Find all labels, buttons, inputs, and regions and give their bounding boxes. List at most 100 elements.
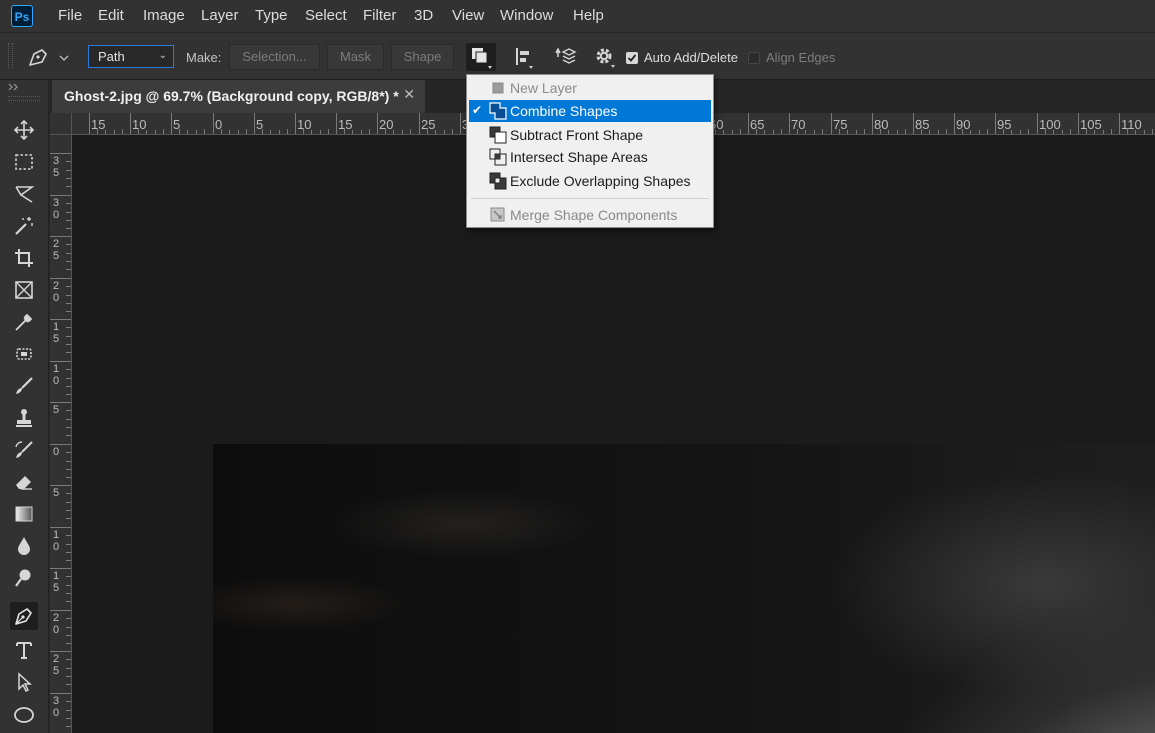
dodge-tool[interactable]: [10, 564, 38, 592]
ruler-label: 20: [52, 612, 60, 636]
ruler-minor-tick: [1103, 130, 1104, 134]
menu-file[interactable]: File: [58, 0, 82, 32]
ruler-minor-tick: [66, 544, 71, 545]
ruler-minor-tick: [66, 410, 71, 411]
gradient-tool[interactable]: [10, 500, 38, 528]
ruler-minor-tick: [66, 552, 71, 553]
ruler-minor-tick: [66, 676, 71, 677]
vertical-ruler[interactable]: 35 30 25 20 15 10 5 0 5 10 15 20 25 30: [50, 135, 72, 733]
align-edges-checkbox[interactable]: [748, 52, 760, 64]
ruler-minor-tick: [114, 130, 115, 134]
ruler-tick: [50, 527, 71, 528]
menu-item-label: Subtract Front Shape: [510, 127, 644, 143]
path-arrangement-button[interactable]: [551, 43, 579, 71]
ruler-minor-tick: [410, 129, 411, 134]
healing-brush-tool[interactable]: [10, 340, 38, 368]
ruler-label: 35: [52, 155, 60, 179]
crop-tool[interactable]: [10, 244, 38, 272]
tool-mode-select[interactable]: Path ⌄: [88, 45, 174, 68]
ruler-label: 30: [52, 695, 60, 719]
ruler-tick: [419, 113, 420, 134]
ruler-minor-tick: [402, 130, 403, 134]
photoshop-logo[interactable]: Ps: [11, 5, 33, 27]
ruler-tick: [130, 113, 131, 134]
options-bar-grip[interactable]: [8, 43, 13, 69]
ruler-minor-tick: [66, 718, 71, 719]
frame-tool-icon: [15, 281, 33, 299]
marquee-tool[interactable]: [10, 148, 38, 176]
make-selection-button[interactable]: Selection...: [229, 44, 320, 70]
path-operations-button[interactable]: [466, 43, 496, 71]
ghost-photo[interactable]: [213, 444, 1155, 733]
crop-tool-icon: [15, 249, 33, 267]
ruler-minor-tick: [196, 130, 197, 134]
ruler-minor-tick: [66, 336, 71, 337]
ruler-tick: [213, 113, 214, 134]
path-selection-tool-icon: [18, 672, 32, 693]
ruler-minor-tick: [66, 668, 71, 669]
ruler-minor-tick: [66, 170, 71, 171]
menu-item-intersect-shape-areas[interactable]: Intersect Shape Areas: [469, 146, 711, 168]
make-shape-button[interactable]: Shape: [391, 44, 454, 70]
magic-wand-tool[interactable]: [10, 212, 38, 240]
menu-type[interactable]: Type: [255, 0, 288, 32]
ruler-label: 10: [52, 529, 60, 553]
menu-window[interactable]: Window: [500, 0, 553, 32]
ruler-origin[interactable]: [50, 113, 72, 135]
menu-item-new-layer[interactable]: New Layer: [469, 77, 711, 99]
menu-item-subtract-front-shape[interactable]: Subtract Front Shape: [469, 124, 711, 146]
menu-item-merge-shape-components[interactable]: Merge Shape Components: [469, 204, 711, 226]
ruler-tick: [50, 319, 71, 320]
ruler-label: 5: [52, 404, 60, 416]
frame-tool[interactable]: [10, 276, 38, 304]
ruler-minor-tick: [66, 378, 71, 379]
history-brush-tool[interactable]: [10, 436, 38, 464]
ellipse-tool[interactable]: [10, 700, 38, 728]
eraser-tool[interactable]: [10, 468, 38, 496]
menu-3d[interactable]: 3D: [414, 0, 433, 32]
menu-layer[interactable]: Layer: [201, 0, 239, 32]
blur-tool[interactable]: [10, 532, 38, 560]
path-operations-menu: New Layer ✔ Combine Shapes Subtract Fron…: [466, 74, 714, 228]
ruler-label: 70: [791, 117, 806, 132]
ruler-label: 105: [1080, 117, 1102, 132]
tool-preset-picker[interactable]: [26, 45, 72, 69]
menu-image[interactable]: Image: [143, 0, 185, 32]
menu-select[interactable]: Select: [305, 0, 347, 32]
close-icon[interactable]: ✕: [403, 78, 415, 111]
menu-item-combine-shapes[interactable]: ✔ Combine Shapes: [469, 100, 711, 122]
menu-edit[interactable]: Edit: [98, 0, 124, 32]
ruler-minor-tick: [246, 129, 247, 134]
brush-tool[interactable]: [10, 372, 38, 400]
pen-tool[interactable]: [10, 602, 38, 630]
document-tab[interactable]: Ghost-2.jpg @ 69.7% (Background copy, RG…: [52, 80, 425, 113]
lasso-tool[interactable]: [10, 180, 38, 208]
move-tool[interactable]: [10, 116, 38, 144]
ruler-minor-tick: [66, 585, 71, 586]
panel-expand-icon[interactable]: [8, 82, 22, 92]
menu-help[interactable]: Help: [573, 0, 604, 32]
ruler-minor-tick: [66, 303, 71, 304]
ruler-tick: [171, 113, 172, 134]
make-mask-button[interactable]: Mask: [327, 44, 384, 70]
menu-view[interactable]: View: [452, 0, 484, 32]
settings-button[interactable]: [592, 43, 620, 71]
auto-add-delete-checkbox[interactable]: [626, 52, 638, 64]
tools-panel-grip[interactable]: [8, 96, 40, 101]
ruler-minor-tick: [66, 295, 71, 296]
ruler-minor-tick: [66, 684, 71, 685]
path-selection-tool[interactable]: [10, 668, 38, 696]
ruler-minor-tick: [66, 710, 71, 711]
eyedropper-tool[interactable]: [10, 308, 38, 336]
menu-item-exclude-overlapping-shapes[interactable]: Exclude Overlapping Shapes: [469, 170, 711, 192]
menu-filter[interactable]: Filter: [363, 0, 396, 32]
ruler-label: 85: [915, 117, 930, 132]
ruler-minor-tick: [66, 452, 71, 453]
path-alignment-button[interactable]: [511, 43, 539, 71]
ruler-tick: [954, 113, 955, 134]
type-tool[interactable]: [10, 636, 38, 664]
ruler-minor-tick: [1111, 129, 1112, 134]
intersect-shape-areas-icon: [489, 148, 507, 166]
ruler-minor-tick: [229, 130, 230, 134]
clone-stamp-tool[interactable]: [10, 404, 38, 432]
